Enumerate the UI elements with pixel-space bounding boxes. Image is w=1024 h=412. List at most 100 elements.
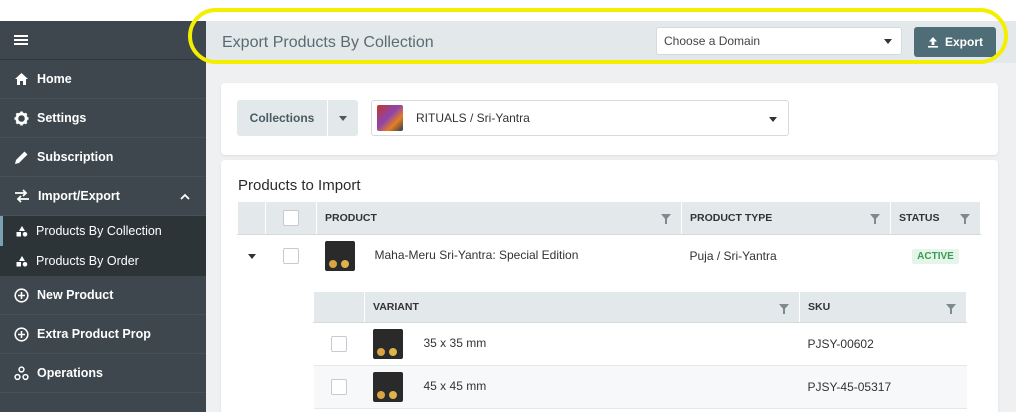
column-header-label: PRODUCT TYPE xyxy=(690,212,773,224)
column-header-product-type: PRODUCT TYPE xyxy=(681,201,891,235)
sidebar-item-label: Settings xyxy=(37,111,87,125)
column-header-label: VARIANT xyxy=(373,301,419,313)
select-cell xyxy=(313,365,365,409)
row-checkbox[interactable] xyxy=(283,248,299,264)
variant-thumbnail xyxy=(372,372,403,402)
caret-down-icon xyxy=(769,117,777,122)
caret-down-icon xyxy=(339,116,347,121)
gear-icon xyxy=(14,110,29,126)
column-header-label: SKU xyxy=(808,301,831,313)
table-row[interactable]: Maha-Meru Sri-Yantra: Special Edition Pu… xyxy=(237,234,981,278)
table-row[interactable]: 35 x 35 mm PJSY-00602 xyxy=(313,322,967,366)
table-header-row: PRODUCT PRODUCT TYPE STATUS xyxy=(237,201,981,235)
upload-icon xyxy=(927,37,938,48)
page-title: Export Products By Collection xyxy=(222,34,434,51)
column-header-sku: SKU xyxy=(799,291,967,323)
export-button-label: Export xyxy=(944,35,983,49)
table-header-row: VARIANT SKU xyxy=(313,291,967,323)
plus-circle-icon xyxy=(14,326,29,342)
sidebar-subitem-products-by-order[interactable]: Products By Order xyxy=(0,246,206,276)
shapes-icon xyxy=(16,225,28,237)
product-thumbnail xyxy=(324,241,355,271)
sidebar-item-label: Extra Product Prop xyxy=(37,327,151,341)
product-type-cell: Puja / Sri-Yantra xyxy=(681,234,891,278)
status-cell: ACTIVE xyxy=(890,234,981,278)
top-strip xyxy=(0,0,1024,21)
page-header: Export Products By Collection Choose a D… xyxy=(206,21,1016,63)
select-all-checkbox[interactable] xyxy=(283,210,299,226)
filter-icon[interactable] xyxy=(946,304,956,314)
collections-button[interactable]: Collections xyxy=(237,100,327,136)
variant-cell: 45 x 45 mm xyxy=(364,365,800,409)
sidebar-subitem-label: Products By Order xyxy=(36,254,139,268)
column-header-label: PRODUCT xyxy=(325,212,377,224)
sku-cell: PJSY-00602 xyxy=(799,322,967,366)
pencil-icon xyxy=(15,151,28,164)
cluster-icon xyxy=(14,365,29,380)
sidebar-subitem-label: Products By Collection xyxy=(36,224,162,238)
filter-icon[interactable] xyxy=(870,214,880,224)
filter-icon[interactable] xyxy=(661,214,671,224)
status-badge: ACTIVE xyxy=(912,249,959,264)
table-row[interactable]: 45 x 45 mm PJSY-45-05317 xyxy=(313,365,967,409)
menu-toggle[interactable] xyxy=(0,21,206,60)
sidebar-item-subscription[interactable]: Subscription xyxy=(0,138,206,177)
sidebar-item-settings[interactable]: Settings xyxy=(0,99,206,138)
sidebar-item-import-export[interactable]: Import/Export xyxy=(0,177,206,216)
row-checkbox[interactable] xyxy=(331,379,347,395)
select-cell xyxy=(313,322,365,366)
row-checkbox[interactable] xyxy=(331,336,347,352)
sidebar-item-label: Import/Export xyxy=(38,189,120,203)
collection-thumbnail xyxy=(377,105,403,131)
sidebar: Home Settings Subscription Import/Export… xyxy=(0,21,206,412)
products-table: PRODUCT PRODUCT TYPE STATUS Maha-Meru Sr… xyxy=(237,201,981,278)
expand-column-header xyxy=(237,201,266,235)
column-header-label: STATUS xyxy=(899,212,940,224)
chevron-up-icon[interactable] xyxy=(180,193,190,200)
sidebar-item-extra-product-prop[interactable]: Extra Product Prop xyxy=(0,315,206,354)
column-header-status: STATUS xyxy=(890,201,981,235)
sku-cell: PJSY-45-05317 xyxy=(799,365,967,409)
column-header-product: PRODUCT xyxy=(316,201,682,235)
sidebar-item-new-product[interactable]: New Product xyxy=(0,276,206,315)
select-cell xyxy=(265,234,317,278)
domain-select-placeholder: Choose a Domain xyxy=(664,34,761,48)
variant-thumbnail xyxy=(372,329,403,359)
variant-name: 45 x 45 mm xyxy=(423,379,487,394)
variant-select-header xyxy=(313,291,365,323)
sidebar-item-label: Subscription xyxy=(37,150,114,164)
sidebar-item-label: Operations xyxy=(37,366,103,380)
hamburger-icon xyxy=(14,35,28,45)
select-all-header xyxy=(265,201,317,235)
swap-arrows-icon xyxy=(15,189,29,203)
sidebar-item-label: New Product xyxy=(37,288,114,302)
variant-name: 35 x 35 mm xyxy=(423,336,487,351)
sidebar-subitem-products-by-collection[interactable]: Products By Collection xyxy=(0,216,206,246)
section-title: Products to Import xyxy=(238,177,361,194)
sidebar-item-home[interactable]: Home xyxy=(0,60,206,99)
shapes-icon xyxy=(16,255,28,267)
expand-cell xyxy=(237,234,266,278)
collections-dropdown-toggle[interactable] xyxy=(328,100,358,136)
plus-circle-icon xyxy=(14,287,29,303)
filter-icon[interactable] xyxy=(779,304,789,314)
filter-icon[interactable] xyxy=(960,214,970,224)
products-card: Products to Import PRODUCT PRODUCT TYPE … xyxy=(221,160,998,412)
caret-down-icon[interactable] xyxy=(247,254,256,260)
column-header-variant: VARIANT xyxy=(364,291,800,323)
collection-select[interactable]: RITUALS / Sri-Yantra xyxy=(371,100,789,136)
domain-select[interactable]: Choose a Domain xyxy=(656,27,902,55)
product-name: Maha-Meru Sri-Yantra: Special Edition xyxy=(374,248,579,263)
product-cell: Maha-Meru Sri-Yantra: Special Edition xyxy=(316,234,682,278)
collection-filter-card: Collections RITUALS / Sri-Yantra xyxy=(221,83,998,155)
export-button[interactable]: Export xyxy=(914,27,996,57)
main-content: Export Products By Collection Choose a D… xyxy=(206,21,1016,412)
variants-panel: VARIANT SKU 35 x 35 mm PJSY-00602 45 x 4… xyxy=(237,277,981,412)
variant-cell: 35 x 35 mm xyxy=(364,322,800,366)
collection-select-value: RITUALS / Sri-Yantra xyxy=(416,111,530,125)
sidebar-item-operations[interactable]: Operations xyxy=(0,354,206,393)
sidebar-item-label: Home xyxy=(37,72,72,86)
home-icon xyxy=(15,73,28,85)
caret-down-icon xyxy=(884,39,892,44)
variants-table: VARIANT SKU 35 x 35 mm PJSY-00602 45 x 4… xyxy=(313,291,967,409)
